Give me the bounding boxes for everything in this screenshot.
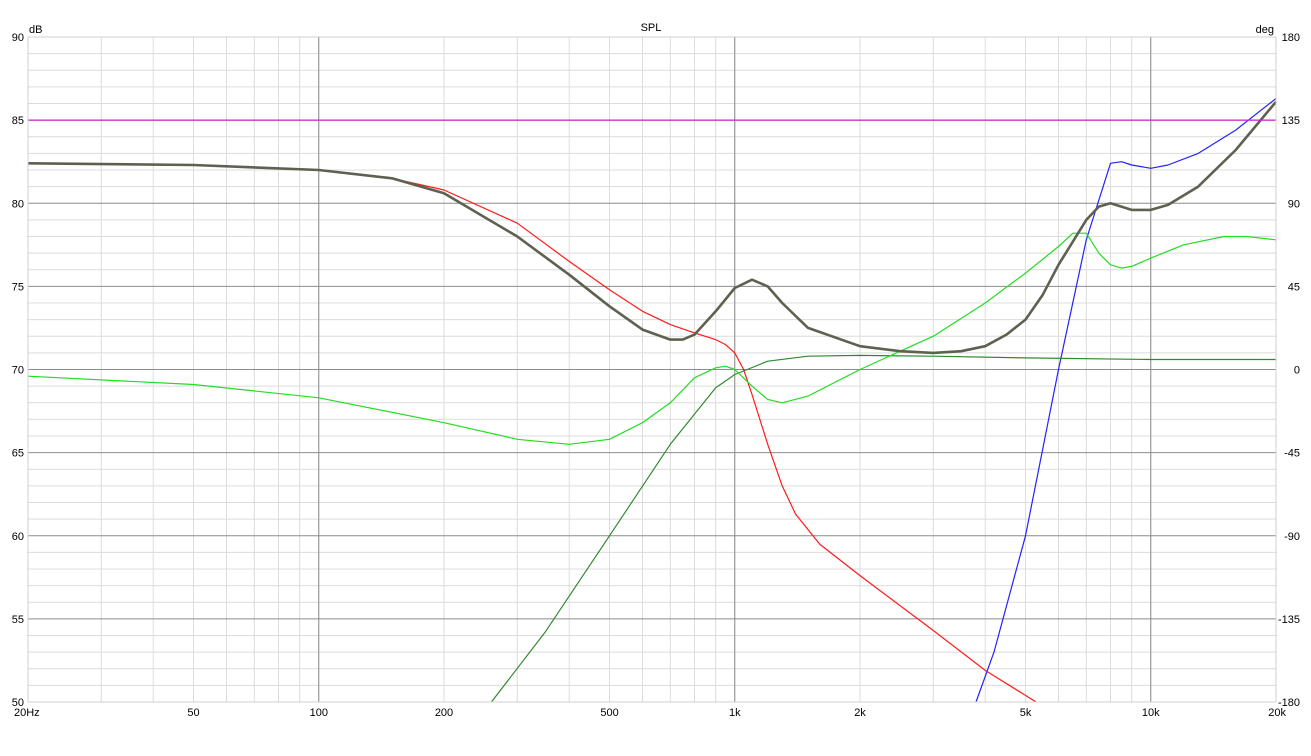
x-tick-label: 5k bbox=[1020, 707, 1032, 719]
y-left-tick-label: 50 bbox=[12, 697, 24, 709]
grid bbox=[27, 37, 1277, 702]
y-right-tick-label: -90 bbox=[1284, 531, 1300, 543]
x-tick-label: 200 bbox=[435, 707, 453, 719]
y-left-tick-label: 60 bbox=[12, 531, 24, 543]
left-axis-unit: dB bbox=[29, 24, 42, 36]
y-left-tick-label: 80 bbox=[12, 198, 24, 210]
y-right-tick-label: 90 bbox=[1288, 198, 1300, 210]
spl-chart: SPL dB deg 20Hz 50 100 200 500 1k 2k 5k 10k 20k90… bbox=[0, 0, 1311, 756]
x-tick-label: 1k bbox=[729, 707, 741, 719]
x-tick-label: 10k bbox=[1142, 707, 1160, 719]
y-right-tick-label: 135 bbox=[1282, 115, 1300, 127]
x-tick-label: 2k bbox=[854, 707, 866, 719]
y-right-tick-label: 45 bbox=[1288, 281, 1300, 293]
y-left-tick-label: 65 bbox=[12, 448, 24, 460]
x-tick-label: 500 bbox=[600, 707, 618, 719]
right-axis-unit: deg bbox=[1256, 24, 1274, 36]
x-tick-label: 50 bbox=[187, 707, 199, 719]
y-left-tick-label: 90 bbox=[12, 32, 24, 44]
y-right-tick-label: -135 bbox=[1278, 614, 1300, 626]
x-tick-label: 100 bbox=[310, 707, 328, 719]
y-left-tick-label: 85 bbox=[12, 115, 24, 127]
chart-title: SPL bbox=[641, 22, 662, 34]
y-left-tick-label: 70 bbox=[12, 365, 24, 377]
y-right-tick-label: 180 bbox=[1282, 32, 1300, 44]
y-right-tick-label: 0 bbox=[1294, 365, 1300, 377]
y-left-tick-label: 75 bbox=[12, 281, 24, 293]
y-right-tick-label: -45 bbox=[1284, 448, 1300, 460]
y-right-tick-label: -180 bbox=[1278, 697, 1300, 709]
y-left-tick-label: 55 bbox=[12, 614, 24, 626]
